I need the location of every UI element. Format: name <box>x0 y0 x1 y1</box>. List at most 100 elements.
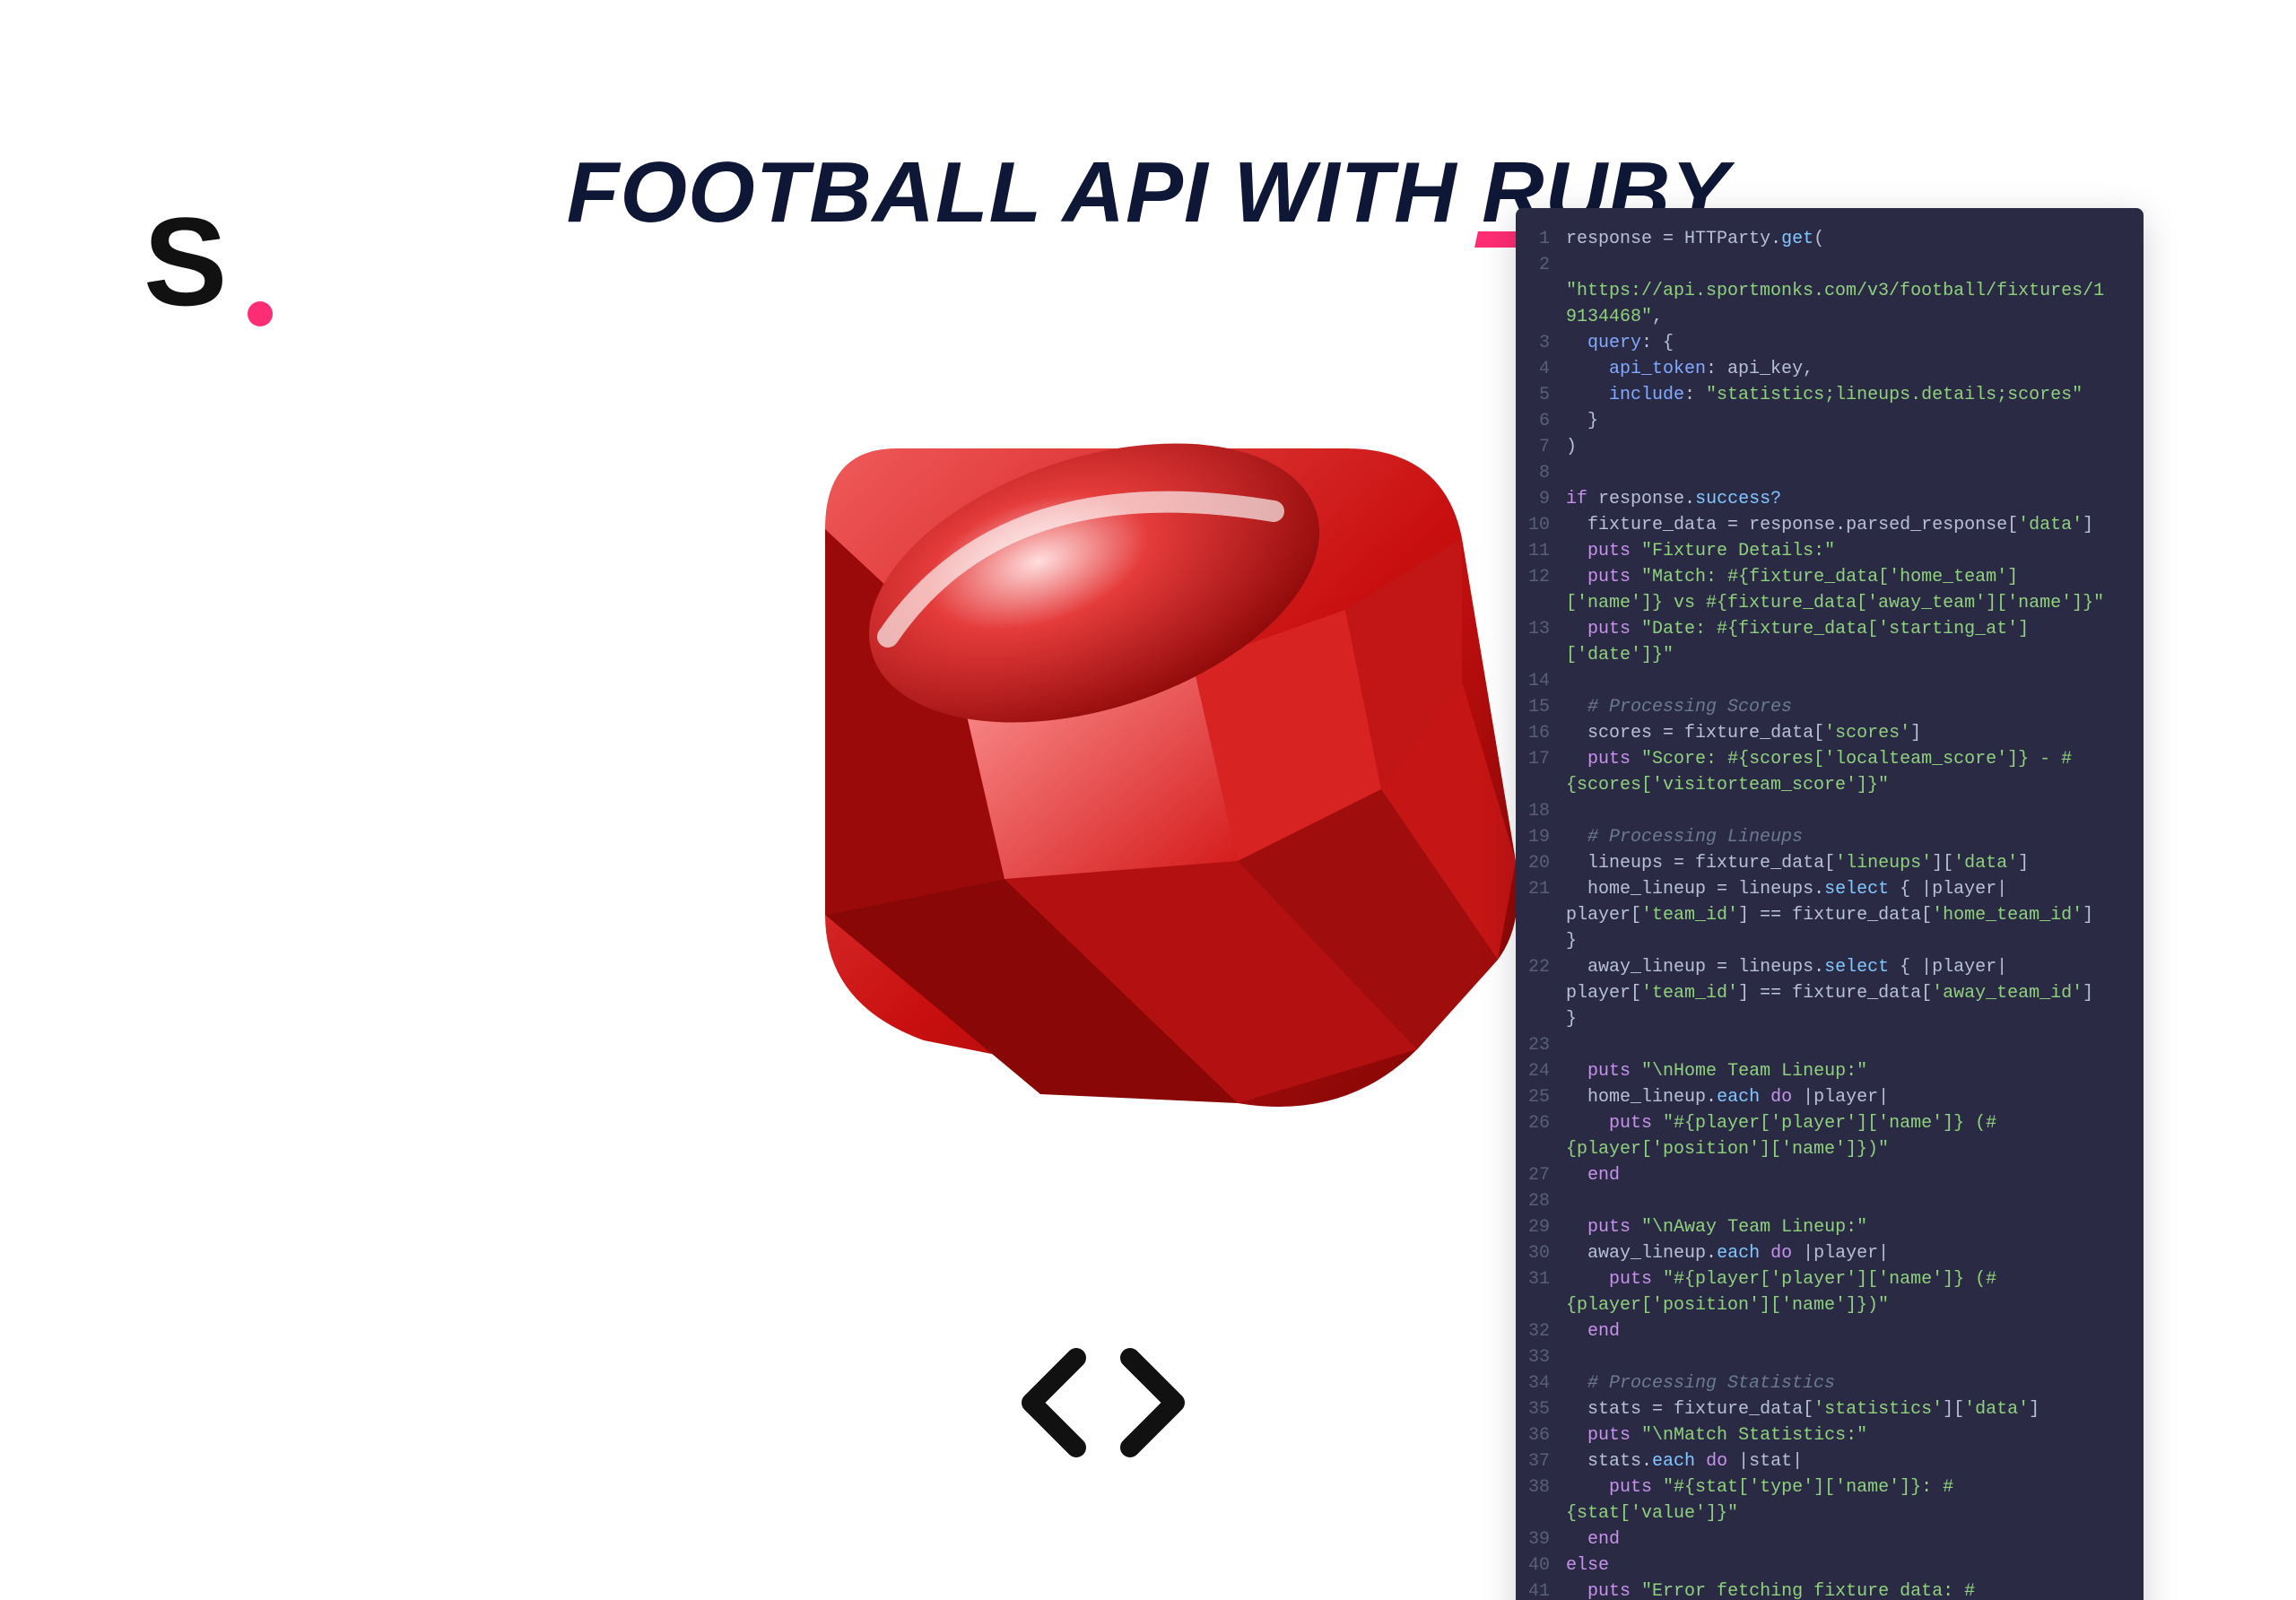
logo-letter: S <box>144 197 227 332</box>
line-number: 7 <box>1516 434 1566 460</box>
line-number: 39 <box>1516 1526 1566 1552</box>
code-line: 7) <box>1516 434 2122 460</box>
code-line: 26 puts "#{player['player']['name']} (#{… <box>1516 1110 2122 1162</box>
code-line: 20 lineups = fixture_data['lineups']['da… <box>1516 850 2122 876</box>
line-number: 32 <box>1516 1318 1566 1344</box>
line-number: 28 <box>1516 1188 1566 1214</box>
code-line: 41 puts "Error fetching fixture data: #{… <box>1516 1578 2122 1600</box>
code-content: away_lineup.each do |player| <box>1566 1240 2122 1266</box>
line-number: 14 <box>1516 668 1566 694</box>
code-line: 32 end <box>1516 1318 2122 1344</box>
line-number: 40 <box>1516 1552 1566 1578</box>
code-content: puts "#{player['player']['name']} (#{pla… <box>1566 1110 2122 1162</box>
code-content: away_lineup = lineups.select { |player| … <box>1566 954 2122 1032</box>
code-brackets-icon <box>1013 1340 1193 1465</box>
code-line: 40else <box>1516 1552 2122 1578</box>
code-content: include: "statistics;lineups.details;sco… <box>1566 382 2122 408</box>
title-prefix: FOOTBALL API WITH <box>567 144 1483 240</box>
ruby-gem-icon <box>771 413 1525 1112</box>
code-content: if response.success? <box>1566 486 2122 512</box>
line-number: 8 <box>1516 460 1566 486</box>
code-content: puts "\nHome Team Lineup:" <box>1566 1058 2122 1084</box>
line-number: 21 <box>1516 876 1566 954</box>
line-number: 1 <box>1516 226 1566 252</box>
code-content: "https://api.sportmonks.com/v3/football/… <box>1566 252 2122 330</box>
code-line: 8 <box>1516 460 2122 486</box>
code-content: puts "#{stat['type']['name']}: #{stat['v… <box>1566 1474 2122 1526</box>
code-content: puts "Match: #{fixture_data['home_team']… <box>1566 564 2122 616</box>
code-content: home_lineup.each do |player| <box>1566 1084 2122 1110</box>
code-line: 14 <box>1516 668 2122 694</box>
code-line: 19 # Processing Lineups <box>1516 824 2122 850</box>
code-line: 33 <box>1516 1344 2122 1370</box>
code-content: response = HTTParty.get( <box>1566 226 2122 252</box>
code-content: puts "#{player['player']['name']} (#{pla… <box>1566 1266 2122 1318</box>
line-number: 11 <box>1516 538 1566 564</box>
code-content: } <box>1566 408 2122 434</box>
code-content <box>1566 668 2122 694</box>
code-line: 9if response.success? <box>1516 486 2122 512</box>
line-number: 25 <box>1516 1084 1566 1110</box>
code-content: # Processing Statistics <box>1566 1370 2122 1396</box>
line-number: 29 <box>1516 1214 1566 1240</box>
code-line: 6 } <box>1516 408 2122 434</box>
code-content <box>1566 460 2122 486</box>
line-number: 9 <box>1516 486 1566 512</box>
code-line: 11 puts "Fixture Details:" <box>1516 538 2122 564</box>
code-line: 18 <box>1516 798 2122 824</box>
code-line: 37 stats.each do |stat| <box>1516 1448 2122 1474</box>
code-line: 29 puts "\nAway Team Lineup:" <box>1516 1214 2122 1240</box>
code-content: else <box>1566 1552 2122 1578</box>
line-number: 16 <box>1516 720 1566 746</box>
code-content: api_token: api_key, <box>1566 356 2122 382</box>
line-number: 35 <box>1516 1396 1566 1422</box>
code-content: puts "\nAway Team Lineup:" <box>1566 1214 2122 1240</box>
code-line: 12 puts "Match: #{fixture_data['home_tea… <box>1516 564 2122 616</box>
code-line: 34 # Processing Statistics <box>1516 1370 2122 1396</box>
line-number: 5 <box>1516 382 1566 408</box>
code-content: ) <box>1566 434 2122 460</box>
line-number: 22 <box>1516 954 1566 1032</box>
code-line: 15 # Processing Scores <box>1516 694 2122 720</box>
code-line: 5 include: "statistics;lineups.details;s… <box>1516 382 2122 408</box>
code-line: 30 away_lineup.each do |player| <box>1516 1240 2122 1266</box>
line-number: 12 <box>1516 564 1566 616</box>
line-number: 20 <box>1516 850 1566 876</box>
code-line: 21 home_lineup = lineups.select { |playe… <box>1516 876 2122 954</box>
line-number: 37 <box>1516 1448 1566 1474</box>
code-line: 39 end <box>1516 1526 2122 1552</box>
code-line: 22 away_lineup = lineups.select { |playe… <box>1516 954 2122 1032</box>
logo-dot <box>248 301 273 326</box>
code-content: home_lineup = lineups.select { |player| … <box>1566 876 2122 954</box>
line-number: 34 <box>1516 1370 1566 1396</box>
code-content <box>1566 1188 2122 1214</box>
line-number: 24 <box>1516 1058 1566 1084</box>
line-number: 26 <box>1516 1110 1566 1162</box>
line-number: 10 <box>1516 512 1566 538</box>
code-line: 10 fixture_data = response.parsed_respon… <box>1516 512 2122 538</box>
code-content: scores = fixture_data['scores'] <box>1566 720 2122 746</box>
code-content <box>1566 1032 2122 1058</box>
code-content: puts "\nMatch Statistics:" <box>1566 1422 2122 1448</box>
code-content: stats = fixture_data['statistics']['data… <box>1566 1396 2122 1422</box>
line-number: 15 <box>1516 694 1566 720</box>
code-content: end <box>1566 1162 2122 1188</box>
line-number: 23 <box>1516 1032 1566 1058</box>
line-number: 19 <box>1516 824 1566 850</box>
code-line: 25 home_lineup.each do |player| <box>1516 1084 2122 1110</box>
code-line: 31 puts "#{player['player']['name']} (#{… <box>1516 1266 2122 1318</box>
code-line: 38 puts "#{stat['type']['name']}: #{stat… <box>1516 1474 2122 1526</box>
code-content <box>1566 798 2122 824</box>
line-number: 27 <box>1516 1162 1566 1188</box>
line-number: 4 <box>1516 356 1566 382</box>
code-content <box>1566 1344 2122 1370</box>
line-number: 13 <box>1516 616 1566 668</box>
code-content: end <box>1566 1526 2122 1552</box>
code-content: puts "Date: #{fixture_data['starting_at'… <box>1566 616 2122 668</box>
code-line: 24 puts "\nHome Team Lineup:" <box>1516 1058 2122 1084</box>
code-line: 23 <box>1516 1032 2122 1058</box>
code-line: 2 "https://api.sportmonks.com/v3/footbal… <box>1516 252 2122 330</box>
code-line: 4 api_token: api_key, <box>1516 356 2122 382</box>
line-number: 18 <box>1516 798 1566 824</box>
code-content: # Processing Scores <box>1566 694 2122 720</box>
